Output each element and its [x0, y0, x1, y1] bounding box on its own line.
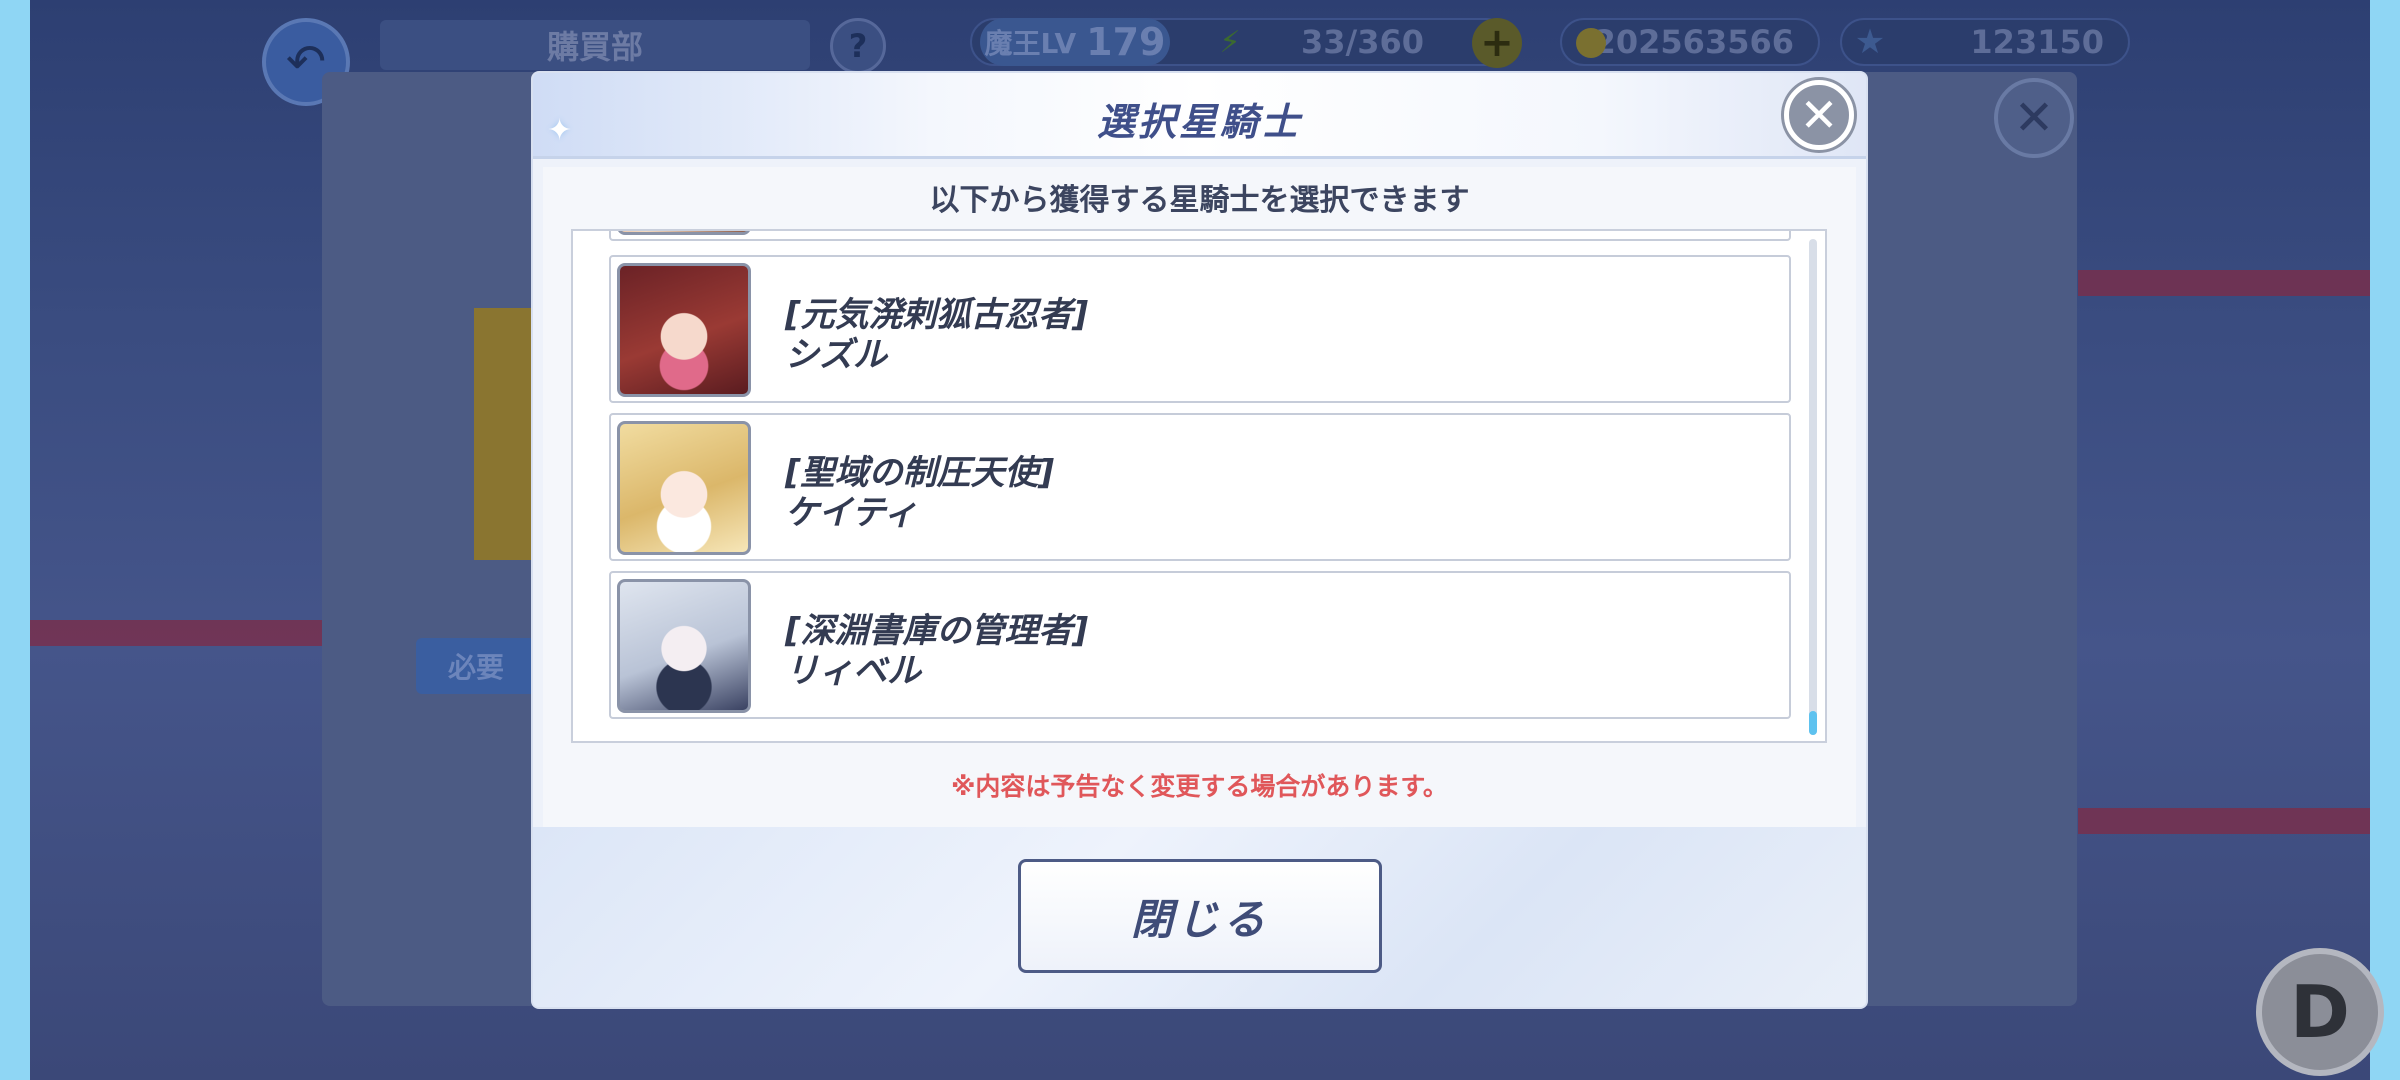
bg-stripe: [2078, 270, 2370, 296]
knight-portrait: [617, 421, 751, 555]
knight-name: リィベル: [785, 651, 921, 691]
coin-value: 202563566: [1593, 23, 1794, 61]
close-button[interactable]: 閉じる: [1018, 859, 1382, 973]
list-item-partial: [609, 231, 1791, 241]
level-label: 魔王LV: [984, 27, 1077, 60]
underlying-close-button[interactable]: ✕: [1994, 78, 2074, 158]
list-item[interactable]: [元気溌剌狐古忍者] シズル: [609, 255, 1791, 403]
list-item[interactable]: [聖域の制圧天使] ケイティ: [609, 413, 1791, 561]
star-icon: ★: [1854, 22, 1886, 62]
level-value: 179: [1086, 20, 1166, 64]
stamina-value: 33/360: [1300, 23, 1424, 61]
coin-icon: [1576, 28, 1606, 58]
modal-subtitle: 以下から獲得する星騎士を選択できます: [929, 183, 1470, 218]
d-badge-button[interactable]: D: [2256, 948, 2384, 1076]
add-stamina-button[interactable]: +: [1472, 18, 1522, 68]
notice-text: ※内容は予告なく変更する場合があります。: [951, 772, 1448, 801]
knight-name: シズル: [785, 335, 887, 375]
right-border: [2370, 0, 2400, 1080]
shop-title: 購買部: [380, 20, 810, 70]
bg-stripe: [30, 620, 330, 646]
back-arrow-icon: ↶: [285, 34, 327, 90]
modal-content: 以下から獲得する星騎士を選択できます [元気溌剌狐古忍者] シズル [聖域の制圧…: [543, 167, 1856, 827]
level-badge: 魔王LV 179: [980, 18, 1170, 66]
knight-portrait: [617, 231, 751, 235]
knight-portrait: [617, 263, 751, 397]
lightning-icon: ⚡: [1219, 24, 1241, 60]
modal-title: 選択星騎士: [1096, 100, 1302, 144]
knight-portrait: [617, 579, 751, 713]
need-label: 必要: [416, 638, 536, 694]
star-value: 123150: [1970, 23, 2104, 61]
list-scrollbar[interactable]: [1809, 239, 1817, 735]
modal-footer: 閉じる: [533, 827, 1866, 1007]
list-item[interactable]: [深淵書庫の管理者] リィベル: [609, 571, 1791, 719]
scroll-thumb[interactable]: [1809, 711, 1817, 735]
bg-stripe: [2078, 808, 2370, 834]
left-border: [0, 0, 30, 1080]
knight-list[interactable]: [元気溌剌狐古忍者] シズル [聖域の制圧天使] ケイティ [深淵書庫の管理者]…: [571, 229, 1827, 743]
modal-header: ✦ 選択星騎士 ✕: [533, 73, 1866, 159]
select-knight-modal: ✦ 選択星騎士 ✕ 以下から獲得する星騎士を選択できます [元気溌剌狐古忍者] …: [533, 73, 1866, 1007]
knight-name: ケイティ: [785, 493, 918, 533]
help-button[interactable]: ?: [830, 18, 886, 74]
close-icon[interactable]: ✕: [1784, 80, 1854, 150]
